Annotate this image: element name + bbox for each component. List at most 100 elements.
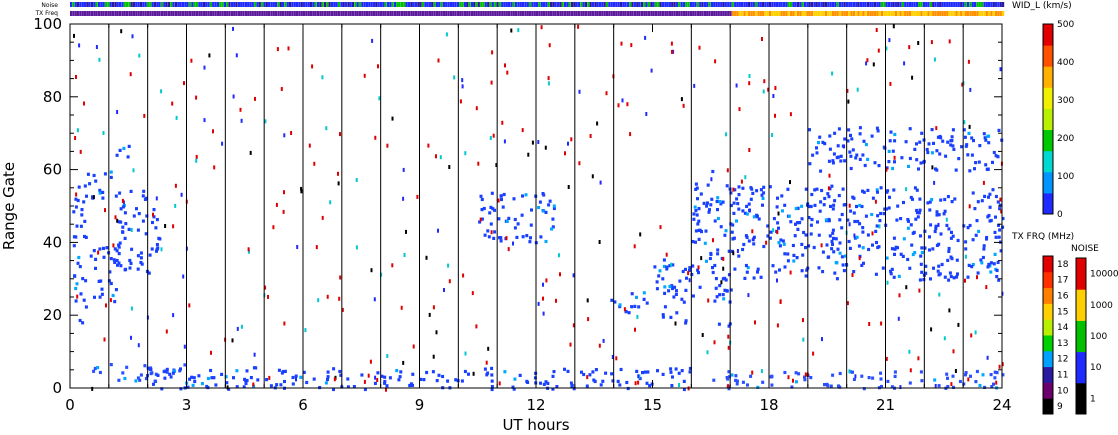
scatter-point (283, 321, 286, 326)
scatter-point (333, 377, 336, 382)
txfreq-strip-cell (694, 11, 697, 16)
scatter-point (995, 371, 999, 375)
scatter-point (96, 366, 100, 370)
scatter-point (983, 194, 987, 198)
scatter-point (283, 379, 286, 384)
scatter-point (809, 223, 813, 227)
noise-strip-cell (468, 2, 471, 7)
noise-strip-cell (845, 2, 849, 7)
scatter-point (995, 275, 999, 279)
colorbar-segment (1043, 256, 1053, 273)
scatter-point (490, 373, 494, 377)
txfreq-strip-cell (70, 11, 73, 16)
scatter-point (878, 224, 881, 229)
scatter-point (816, 220, 819, 224)
scatter-point (567, 185, 570, 189)
scatter-point (964, 371, 968, 375)
scatter-point (762, 89, 765, 94)
noise-strip-cell (181, 2, 184, 7)
noise-strip-cell (582, 2, 585, 7)
txfreq-strip-cell (317, 11, 320, 16)
scatter-point (892, 188, 896, 192)
txfreq-strip-cell (165, 11, 168, 16)
noise-strip-cell (964, 2, 967, 7)
scatter-point (601, 379, 605, 383)
noise-strip-cell (438, 2, 441, 7)
scatter-point (966, 153, 970, 157)
scatter-point (249, 376, 253, 380)
noise-strip-cell (407, 2, 410, 7)
scatter-point (483, 233, 487, 237)
noise-strip-cell (505, 2, 508, 7)
scatter-point (748, 74, 751, 78)
scatter-point (938, 152, 942, 156)
scatter-point (738, 107, 741, 112)
scatter-point (745, 270, 749, 274)
scatter-point (183, 81, 185, 86)
noise-strip-cell (922, 2, 925, 7)
noise-strip-cell (328, 2, 331, 7)
noise-strip-cell (990, 2, 993, 7)
txfreq-strip-cell (270, 11, 273, 16)
scatter-point (935, 149, 939, 153)
txfreq-strip-cell (298, 11, 301, 16)
scatter-point (239, 107, 242, 112)
scatter-point (97, 279, 101, 283)
scatter-point (78, 265, 82, 269)
noise-strip-cell (640, 2, 644, 7)
scatter-point (935, 126, 938, 131)
scatter-point (76, 294, 79, 299)
txfreq-strip-cell (640, 11, 644, 16)
txfreq-strip-cell (934, 11, 937, 16)
scatter-point (655, 287, 659, 291)
scatter-point (665, 267, 669, 271)
scatter-point (492, 133, 495, 138)
scatter-point (231, 338, 234, 343)
noise-strip-cell (831, 2, 835, 7)
scatter-point (325, 126, 328, 131)
scatter-point (121, 230, 125, 234)
scatter-point (155, 249, 158, 253)
scatter-point (412, 344, 415, 349)
txfreq-strip-cell (396, 11, 399, 16)
noise-strip-cell (193, 2, 196, 7)
noise-strip-cell (221, 2, 224, 7)
scatter-point (994, 215, 997, 219)
scatter-point (891, 166, 895, 171)
scatter-point (874, 199, 877, 204)
txfreq-strip-cell (631, 11, 634, 16)
txfreq-strip-cell (762, 11, 765, 16)
scatter-point (172, 224, 175, 229)
colorbar-tick-label: 200 (1057, 134, 1074, 144)
scatter-point (858, 157, 862, 161)
scatter-point (537, 140, 540, 144)
noise-strip-cell (734, 2, 737, 7)
scatter-point (72, 210, 76, 214)
scatter-point (416, 194, 419, 199)
scatter-point (291, 382, 295, 386)
scatter-point (155, 218, 159, 222)
scatter-point (848, 150, 852, 154)
scatter-point (425, 255, 428, 260)
scatter-point (749, 374, 753, 378)
scatter-point (89, 254, 93, 258)
txfreq-strip-cell (985, 11, 988, 16)
scatter-point (212, 376, 216, 380)
scatter-point (725, 376, 729, 380)
noise-strip-cell (671, 2, 674, 7)
txfreq-strip-cell (801, 11, 804, 16)
txfreq-strip-cell (573, 11, 576, 16)
scatter-point (892, 236, 896, 240)
scatter-point (376, 371, 380, 375)
colorbar-segment (1076, 289, 1086, 321)
scatter-point (944, 154, 948, 158)
txfreq-strip-cell (177, 11, 180, 16)
scatter-point (885, 356, 888, 361)
colorbar-segment (1076, 382, 1086, 415)
scatter-point (132, 214, 136, 218)
scatter-point (819, 169, 823, 173)
scatter-point (493, 230, 497, 234)
noise-strip-cell (766, 2, 769, 7)
scatter-point (174, 203, 177, 208)
scatter-point (975, 219, 979, 223)
